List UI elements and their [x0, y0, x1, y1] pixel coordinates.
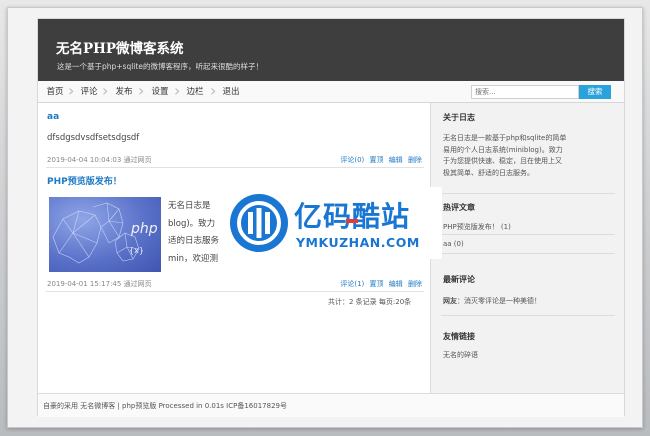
pin-link[interactable]: 置顶: [370, 156, 384, 164]
post-excerpt: 无名日志是 blog)。致力 适的日志服务 min，欢迎测: [168, 198, 219, 268]
about-line: 易用的个人日志系统(miniblog)。致力: [443, 145, 563, 154]
post-meta: 2019-04-01 15:17:45 通过网页: [47, 280, 152, 288]
thumb-code-text: {x}: [129, 246, 144, 255]
site-footer: 自豪的采用 无名微博客 | php预览版 Processed in 0.01s …: [38, 393, 624, 417]
post-actions: 评论(1) 置顶 编辑 删除: [337, 279, 422, 289]
site-header: 无名PHP微博客系统 这是一个基于php+sqlite的微博客程序，听起来很酷的…: [38, 19, 624, 81]
thumb-php-text: php: [131, 221, 158, 237]
edit-link[interactable]: 编辑: [389, 280, 403, 288]
chevron-right-icon: ›: [102, 81, 109, 100]
watermark-subtitle: YMKUZHAN.COM: [296, 235, 420, 250]
comment-count-link[interactable]: 评论(0): [340, 156, 364, 164]
watermark-accent: [346, 219, 358, 223]
browser-frame: 无名PHP微博客系统 这是一个基于php+sqlite的微博客程序，听起来很酷的…: [7, 7, 643, 428]
watermark: 亿码酷站 YMKUZHAN.COM: [220, 187, 442, 259]
post-title[interactable]: PHP预览版发布！: [47, 174, 122, 187]
nav-item-home[interactable]: 首页: [44, 81, 66, 103]
sidebar-hot-title: 热评文章: [443, 203, 475, 212]
post-excerpt-line: min，欢迎测: [168, 253, 219, 264]
divider: [46, 167, 424, 168]
navigation-bar: 首页 › 评论 › 发布 › 设置 › 边栏 › 退出 搜索: [38, 81, 624, 103]
nav-item-sidebar[interactable]: 边栏: [184, 81, 206, 103]
hot-post-link[interactable]: PHP预览版发布！ (1): [443, 222, 511, 234]
friend-link[interactable]: 无名的碎语: [443, 350, 478, 362]
post-meta: 2019-04-04 10:04:03 通过网页: [47, 156, 152, 164]
edit-link[interactable]: 编辑: [389, 156, 403, 164]
comment-count-link[interactable]: 评论(1): [340, 280, 364, 288]
search-input[interactable]: [471, 85, 579, 99]
site-title[interactable]: 无名PHP微博客系统: [56, 37, 184, 57]
delete-link[interactable]: 删除: [408, 280, 422, 288]
nav-item-comments[interactable]: 评论: [78, 81, 100, 103]
about-line: 于为您提供快速、稳定，且在使用上又: [443, 157, 562, 165]
nav-item-publish[interactable]: 发布: [113, 81, 135, 103]
divider: [441, 193, 615, 194]
comment-user: 网友: [443, 297, 457, 305]
site-tagline: 这是一个基于php+sqlite的微博客程序，听起来很酷的样子！: [57, 62, 263, 71]
post-actions: 评论(0) 置顶 编辑 删除: [337, 155, 422, 165]
divider: [441, 234, 615, 235]
ymkuzhan-logo-icon: [230, 194, 288, 252]
sidebar-comments-title: 最新评论: [443, 275, 475, 284]
chevron-right-icon: ›: [68, 81, 75, 100]
nav-item-settings[interactable]: 设置: [149, 81, 171, 103]
about-line: 无名日志是一款基于php和sqlite的简单: [443, 134, 567, 142]
sidebar-about-title: 关于日志: [443, 113, 475, 122]
divider: [441, 315, 615, 316]
divider: [441, 253, 615, 254]
post-title[interactable]: aa: [47, 112, 59, 122]
footer-text: 自豪的采用 无名微博客 | php预览版 Processed in 0.01s …: [43, 402, 287, 410]
post-thumbnail-image: php {x}: [49, 197, 161, 272]
divider: [46, 291, 424, 292]
sidebar-about-text: 无名日志是一款基于php和sqlite的简单 易用的个人日志系统(miniblo…: [443, 133, 566, 179]
post-excerpt-line: 适的日志服务: [168, 236, 220, 246]
hot-post-link[interactable]: aa (0): [443, 239, 464, 251]
post-excerpt-line: 无名日志是: [168, 201, 211, 211]
search-button[interactable]: 搜索: [579, 85, 611, 99]
post-body: dfsdgsdvsdfsetsdgsdf: [47, 133, 140, 143]
chevron-right-icon: ›: [174, 81, 181, 100]
latest-comment[interactable]: 网友：消灭零评论是一种美德！: [443, 296, 541, 308]
pin-link[interactable]: 置顶: [370, 280, 384, 288]
about-line: 极其简单、舒适的日志服务。: [443, 168, 534, 177]
watermark-title: 亿码酷站: [294, 200, 411, 233]
sidebar: 关于日志 无名日志是一款基于php和sqlite的简单 易用的个人日志系统(mi…: [430, 103, 624, 393]
post-excerpt-line: blog)。致力: [168, 218, 216, 229]
comment-text: ：消灭零评论是一种美德！: [457, 297, 541, 305]
delete-link[interactable]: 删除: [408, 156, 422, 164]
chevron-right-icon: ›: [138, 81, 145, 100]
sidebar-links-title: 友情链接: [443, 332, 475, 341]
pagination-info: 共计：2 条记录 每页:20条: [328, 298, 412, 306]
chevron-right-icon: ›: [210, 81, 217, 100]
nav-item-logout[interactable]: 退出: [220, 81, 242, 103]
